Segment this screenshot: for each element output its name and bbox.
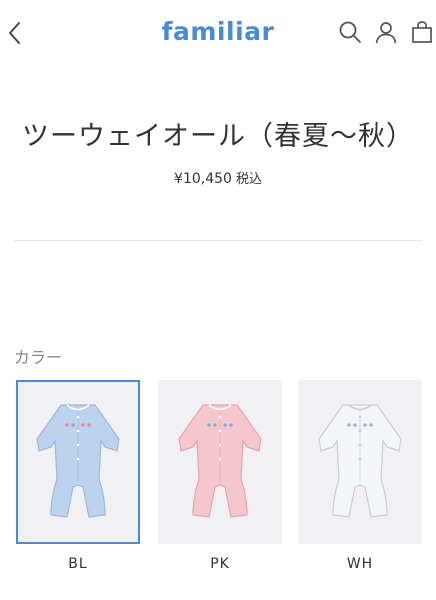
color-swatch-pk[interactable] <box>158 380 282 544</box>
search-icon <box>339 21 361 43</box>
swatch-label-wh: WH <box>346 556 374 572</box>
product-page: familiar ツーウェイオール（春夏～秋） ¥10,450 税込 カラー B… <box>0 0 436 600</box>
divider <box>14 240 422 241</box>
tax-label: 税込 <box>235 172 262 187</box>
search-button[interactable] <box>338 20 362 44</box>
color-swatch-wh[interactable] <box>298 380 422 544</box>
romper-image <box>318 404 402 518</box>
swatch-label-pk: PK <box>210 556 230 572</box>
shopping-bag-icon <box>412 21 432 43</box>
product-price: ¥10,450 <box>174 171 232 187</box>
site-header: familiar <box>0 0 436 66</box>
brand-logo[interactable]: familiar <box>0 17 436 46</box>
swatch-label-bl: BL <box>68 556 88 572</box>
account-button[interactable] <box>374 20 398 44</box>
romper-image <box>36 404 120 518</box>
price-row: ¥10,450 税込 <box>0 168 436 187</box>
product-title: ツーウェイオール（春夏～秋） <box>22 121 414 152</box>
user-icon <box>375 22 397 44</box>
cart-button[interactable] <box>410 20 434 44</box>
color-swatch-bl[interactable] <box>16 380 140 544</box>
romper-image <box>178 404 262 518</box>
color-section-label: カラー <box>14 348 63 367</box>
